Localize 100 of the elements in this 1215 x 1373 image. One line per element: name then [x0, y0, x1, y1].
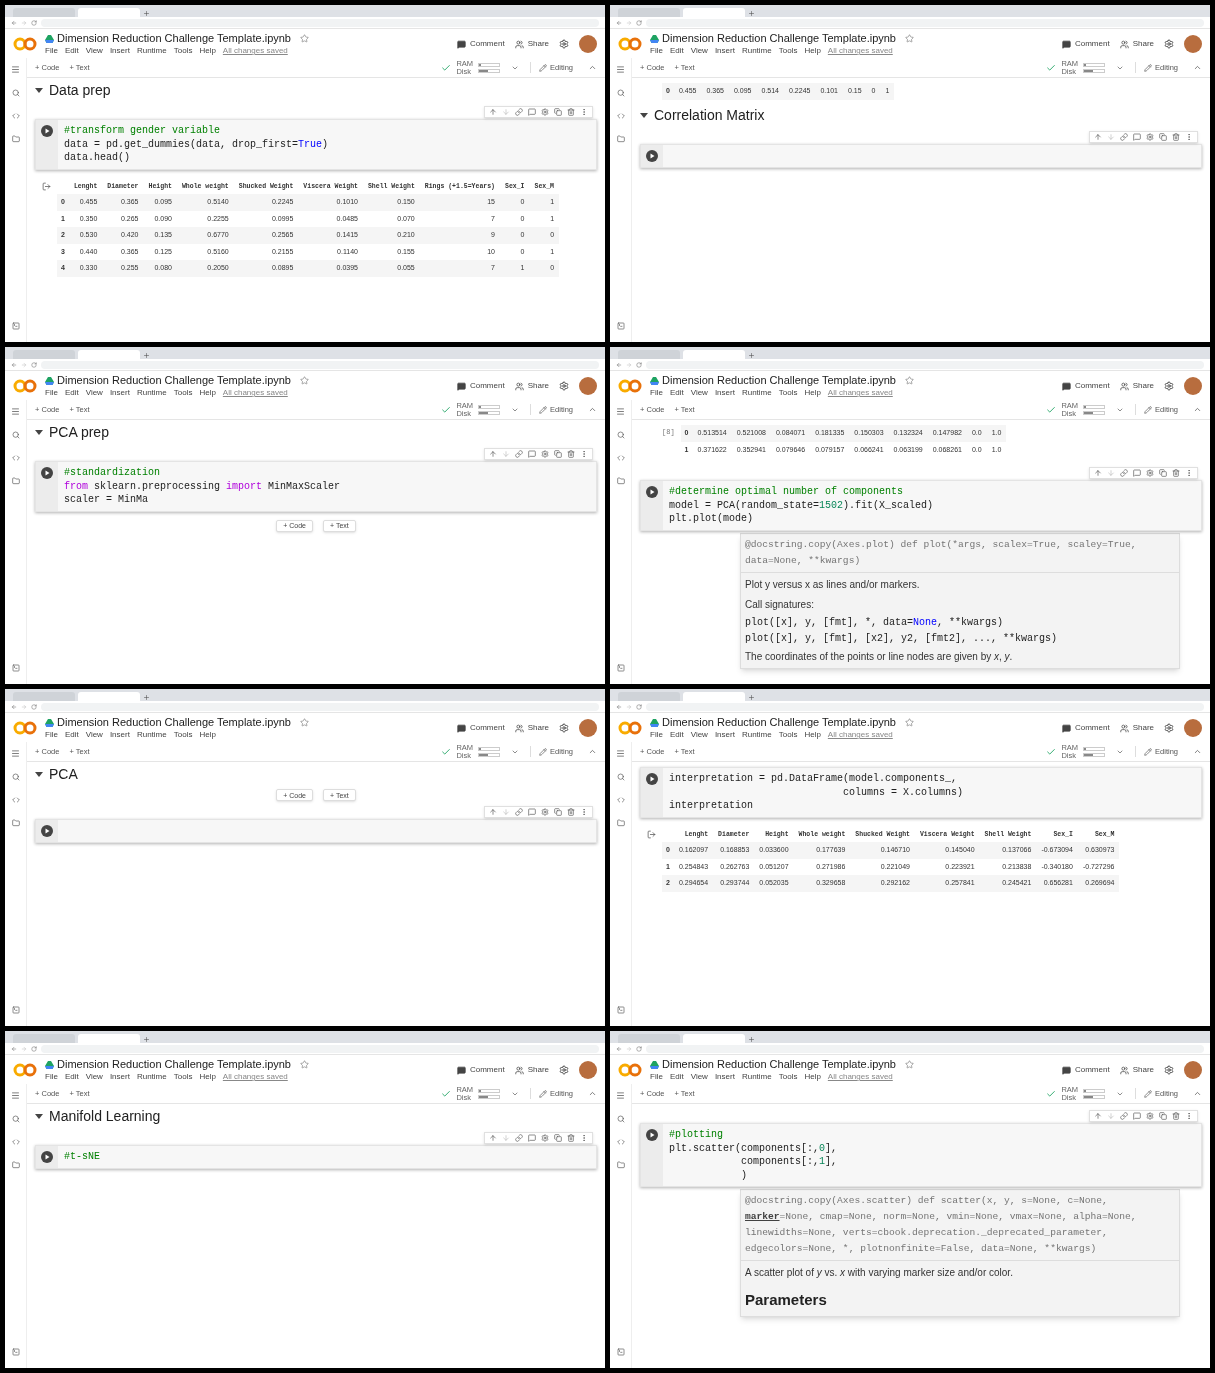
- forward-icon[interactable]: [626, 361, 632, 368]
- menu-item[interactable]: Edit: [64, 47, 79, 55]
- move-down-icon[interactable]: [1107, 132, 1115, 141]
- comment-button[interactable]: Comment: [1061, 380, 1110, 392]
- avatar[interactable]: [1184, 377, 1202, 395]
- save-status-link[interactable]: All changes saved: [827, 389, 893, 397]
- star-icon[interactable]: [300, 1060, 309, 1069]
- menu-item[interactable]: Runtime: [741, 1073, 772, 1081]
- terminal-icon[interactable]: [11, 664, 20, 672]
- run-cell-icon[interactable]: [646, 1129, 658, 1141]
- back-icon[interactable]: [616, 703, 622, 710]
- settings-icon[interactable]: [541, 1134, 549, 1142]
- logo-icon[interactable]: [13, 379, 37, 393]
- menu-item[interactable]: View: [690, 389, 708, 397]
- logo-icon[interactable]: [13, 37, 37, 51]
- move-down-icon[interactable]: [502, 808, 510, 816]
- settings-icon[interactable]: [1164, 1065, 1174, 1075]
- reload-icon[interactable]: [31, 1045, 37, 1052]
- folder-icon[interactable]: [616, 1161, 625, 1169]
- comment-icon[interactable]: [528, 808, 536, 816]
- share-button[interactable]: Share: [514, 38, 549, 50]
- menu-item[interactable]: Tools: [173, 389, 193, 397]
- folder-icon[interactable]: [11, 135, 20, 143]
- folder-icon[interactable]: [11, 819, 20, 827]
- back-icon[interactable]: [11, 19, 17, 26]
- menu-item[interactable]: Tools: [173, 47, 193, 55]
- share-button[interactable]: Share: [514, 722, 549, 734]
- menu-item[interactable]: Help: [199, 389, 216, 397]
- more-icon[interactable]: [1185, 469, 1193, 477]
- collapse-header-icon[interactable]: [588, 747, 597, 756]
- link-icon[interactable]: [1120, 469, 1128, 477]
- copy-icon[interactable]: [1159, 132, 1167, 141]
- menu-item[interactable]: Tools: [778, 47, 798, 55]
- menu-item[interactable]: View: [85, 389, 103, 397]
- settings-icon[interactable]: [1146, 469, 1154, 477]
- new-tab-icon[interactable]: [748, 352, 755, 359]
- code-cell[interactable]: #t-sNE: [35, 1145, 597, 1169]
- code-snippets-icon[interactable]: [616, 112, 625, 120]
- comment-icon[interactable]: [1133, 1112, 1141, 1120]
- collapse-caret-icon[interactable]: [640, 110, 648, 119]
- menu-item[interactable]: Tools: [778, 1073, 798, 1081]
- save-status-link[interactable]: All changes saved: [222, 389, 288, 397]
- menu-item[interactable]: File: [650, 731, 663, 739]
- menu-item[interactable]: Runtime: [741, 731, 772, 739]
- avatar[interactable]: [1184, 719, 1202, 737]
- code-cell[interactable]: #determine optimal number of components model = PCA(random_state=1502).fit(X_scaled) plt.plot(mode): [640, 480, 1202, 531]
- notebook-title[interactable]: Dimension Reduction Challenge Template.ipynb: [662, 1059, 896, 1070]
- delete-icon[interactable]: [567, 1134, 575, 1142]
- menu-item[interactable]: File: [45, 1073, 58, 1081]
- menu-item[interactable]: Help: [804, 47, 821, 55]
- menu-item[interactable]: Help: [199, 731, 216, 739]
- code-cell[interactable]: #plotting plt.scatter(components[:,0], components[:,1], ): [640, 1123, 1202, 1187]
- move-up-icon[interactable]: [1094, 132, 1102, 141]
- menu-item[interactable]: Help: [199, 47, 216, 55]
- notebook-title[interactable]: Dimension Reduction Challenge Template.ipynb: [662, 375, 896, 386]
- more-icon[interactable]: [580, 1134, 588, 1142]
- menu-item[interactable]: Help: [804, 389, 821, 397]
- logo-icon[interactable]: [618, 379, 642, 393]
- more-icon[interactable]: [580, 108, 588, 116]
- comment-icon[interactable]: [528, 450, 536, 458]
- comment-button[interactable]: Comment: [456, 380, 505, 392]
- comment-button[interactable]: Comment: [456, 1064, 505, 1076]
- menu-item[interactable]: Edit: [64, 731, 79, 739]
- search-icon[interactable]: [616, 89, 625, 97]
- menu-item[interactable]: Runtime: [741, 389, 772, 397]
- forward-icon[interactable]: [21, 703, 27, 710]
- menu-item[interactable]: Help: [804, 1073, 821, 1081]
- menu-item[interactable]: Tools: [778, 731, 798, 739]
- menu-item[interactable]: Tools: [778, 389, 798, 397]
- move-up-icon[interactable]: [489, 1134, 497, 1142]
- share-button[interactable]: Share: [1119, 722, 1154, 734]
- menu-item[interactable]: Edit: [669, 731, 684, 739]
- menu-icon[interactable]: [616, 749, 625, 758]
- avatar[interactable]: [579, 35, 597, 53]
- move-up-icon[interactable]: [489, 108, 497, 116]
- link-icon[interactable]: [515, 108, 523, 116]
- run-cell-icon[interactable]: [41, 125, 53, 137]
- menu-icon[interactable]: [11, 65, 20, 74]
- menu-item[interactable]: Runtime: [136, 731, 167, 739]
- reload-icon[interactable]: [636, 703, 642, 710]
- menu-item[interactable]: View: [85, 47, 103, 55]
- logo-icon[interactable]: [13, 721, 37, 735]
- more-icon[interactable]: [580, 450, 588, 458]
- code-snippets-icon[interactable]: [11, 796, 20, 804]
- new-tab-icon[interactable]: [748, 1036, 755, 1043]
- forward-icon[interactable]: [21, 361, 27, 368]
- reload-icon[interactable]: [31, 703, 37, 710]
- new-tab-icon[interactable]: [143, 352, 150, 359]
- settings-icon[interactable]: [559, 723, 569, 733]
- forward-icon[interactable]: [21, 19, 27, 26]
- code-snippets-icon[interactable]: [616, 796, 625, 804]
- menu-item[interactable]: Insert: [714, 47, 735, 55]
- folder-icon[interactable]: [616, 135, 625, 143]
- menu-item[interactable]: File: [650, 1073, 663, 1081]
- forward-icon[interactable]: [626, 1045, 632, 1052]
- reload-icon[interactable]: [636, 1045, 642, 1052]
- terminal-icon[interactable]: [11, 1348, 20, 1356]
- comment-button[interactable]: Comment: [456, 38, 505, 50]
- settings-icon[interactable]: [1164, 723, 1174, 733]
- delete-icon[interactable]: [1172, 132, 1180, 141]
